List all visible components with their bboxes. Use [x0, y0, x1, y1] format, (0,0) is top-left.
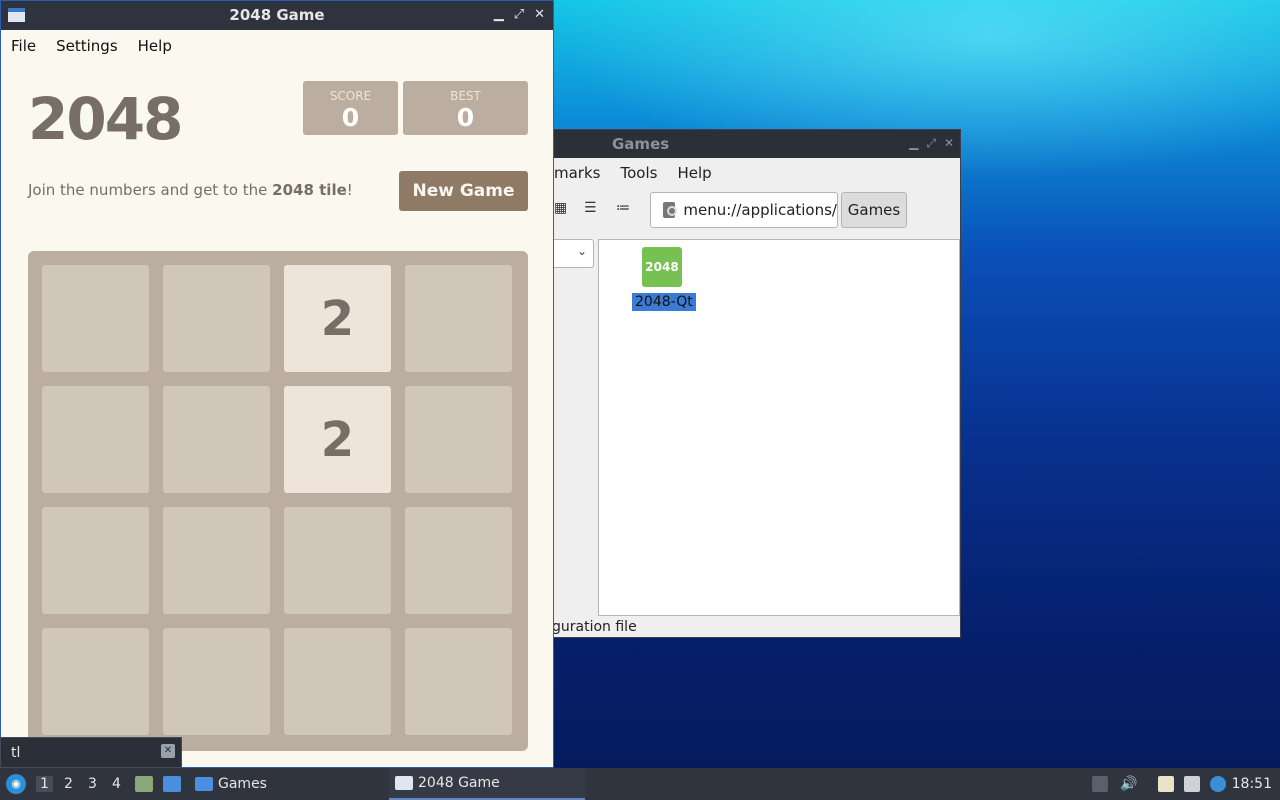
fm-window-title: Games — [612, 135, 670, 153]
folder-icon — [195, 777, 213, 791]
empty-cell — [405, 265, 512, 372]
workspace-1[interactable]: 1 — [36, 776, 53, 792]
menu-help[interactable]: Help — [138, 37, 172, 55]
empty-cell — [405, 628, 512, 735]
game-menubar: File Settings Help — [1, 30, 553, 61]
tile: 2 — [284, 386, 391, 493]
fm-menu-tools[interactable]: Tools — [620, 164, 657, 182]
empty-cell — [405, 386, 512, 493]
score-box: SCORE 0 — [303, 81, 398, 135]
intro-text: Join the numbers and get to the 2048 til… — [28, 181, 353, 199]
empty-cell — [284, 507, 391, 614]
taskbar: ◉ 1 2 3 4 Games 2048 Game 🔊 18:51 — [0, 768, 1280, 800]
window-icon — [395, 776, 413, 790]
empty-cell — [284, 628, 391, 735]
launcher-search-input[interactable] — [5, 742, 177, 764]
detailed-view-icon[interactable]: ≔ — [616, 200, 630, 216]
empty-cell — [163, 265, 270, 372]
task-games[interactable]: Games — [195, 768, 267, 800]
menu-settings[interactable]: Settings — [56, 37, 118, 55]
breadcrumb-games[interactable]: Games — [841, 192, 907, 228]
clear-icon[interactable]: ✕ — [161, 744, 175, 758]
maximize-icon[interactable]: ⤢ — [926, 136, 936, 151]
start-menu-icon[interactable]: ◉ — [6, 774, 26, 794]
game-logo: 2048 — [28, 85, 183, 153]
eject-icon[interactable] — [1092, 776, 1108, 792]
task-games-label: Games — [218, 776, 267, 792]
workspace-3[interactable]: 3 — [88, 776, 97, 792]
close-icon[interactable]: ✕ — [944, 136, 954, 151]
minimize-icon[interactable]: ▁ — [909, 136, 918, 151]
new-game-button[interactable]: New Game — [399, 171, 528, 211]
game-board[interactable]: 22 — [28, 251, 528, 751]
best-box: BEST 0 — [403, 81, 528, 135]
fm-menu-bookmarks[interactable]: marks — [554, 164, 600, 182]
empty-cell — [163, 507, 270, 614]
chevron-down-icon: ⌄ — [576, 244, 587, 258]
task-2048-game[interactable]: 2048 Game — [389, 768, 585, 800]
workspace-2[interactable]: 2 — [64, 776, 73, 792]
game-window-title: 2048 Game — [229, 6, 325, 24]
best-value: 0 — [456, 103, 475, 132]
file-manager-window: Games ▁ ⤢ ✕ marks Tools Help ▦ ☰ ≔ menu:… — [553, 129, 961, 638]
compact-view-icon[interactable]: ☰ — [584, 200, 597, 216]
game-window: 2048 Game ▁ ⤢ ✕ File Settings Help 2048 … — [0, 0, 554, 768]
best-label: BEST — [450, 89, 481, 103]
app-2048-icon[interactable]: 2048 — [642, 247, 682, 287]
view-icon[interactable]: ▦ — [554, 200, 567, 216]
clipboard-icon[interactable] — [1158, 776, 1174, 792]
task-2048-label: 2048 Game — [418, 775, 500, 791]
notification-icon[interactable] — [1210, 776, 1226, 792]
empty-cell — [42, 386, 149, 493]
location-text: menu://applications/ — [683, 201, 837, 219]
file-manager-launcher-icon[interactable] — [135, 776, 153, 792]
close-icon[interactable]: ✕ — [534, 7, 545, 22]
side-pane-selector[interactable]: ⌄ — [554, 239, 594, 268]
tile: 2 — [284, 265, 391, 372]
fm-toolbar: ▦ ☰ ≔ menu://applications/ Games — [554, 188, 960, 230]
workspace-4[interactable]: 4 — [112, 776, 121, 792]
menu-file[interactable]: File — [11, 37, 36, 55]
clock[interactable]: 18:51 — [1232, 776, 1272, 792]
location-icon — [663, 202, 678, 218]
score-label: SCORE — [329, 89, 372, 103]
network-icon[interactable] — [1184, 776, 1200, 792]
minimize-icon[interactable]: ▁ — [494, 7, 504, 22]
file-view[interactable]: 2048 2048-Qt — [598, 239, 960, 616]
empty-cell — [42, 507, 149, 614]
empty-cell — [405, 507, 512, 614]
maximize-icon[interactable]: ⤢ — [514, 7, 524, 22]
fm-titlebar[interactable]: Games ▁ ⤢ ✕ — [554, 130, 960, 158]
fm-menubar: marks Tools Help — [554, 158, 960, 188]
file-label[interactable]: 2048-Qt — [632, 293, 696, 311]
game-titlebar[interactable]: 2048 Game ▁ ⤢ ✕ — [1, 1, 553, 30]
empty-cell — [42, 265, 149, 372]
location-bar[interactable]: menu://applications/ — [650, 192, 838, 228]
show-desktop-icon[interactable] — [163, 776, 181, 792]
launcher-search-popup: ✕ — [0, 737, 182, 768]
score-value: 0 — [341, 103, 360, 132]
status-bar: guration file — [553, 619, 637, 635]
empty-cell — [163, 628, 270, 735]
fm-menu-help[interactable]: Help — [677, 164, 711, 182]
empty-cell — [42, 628, 149, 735]
volume-icon[interactable]: 🔊 — [1120, 776, 1137, 792]
empty-cell — [163, 386, 270, 493]
